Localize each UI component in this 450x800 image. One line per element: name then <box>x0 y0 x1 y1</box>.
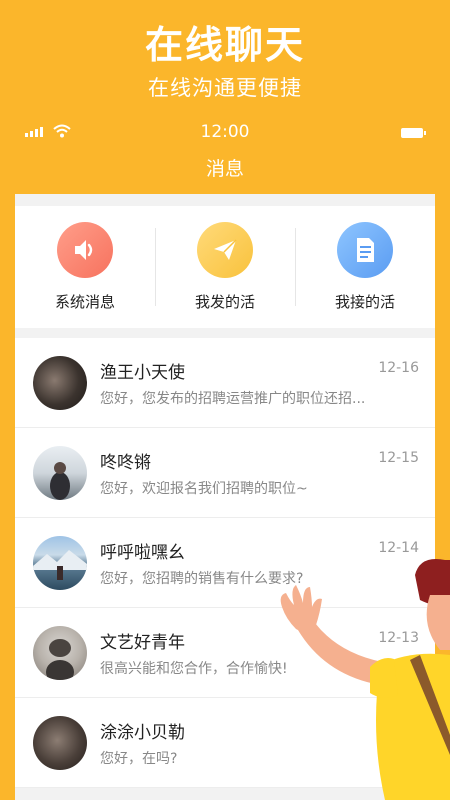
document-icon <box>337 222 393 278</box>
avatar <box>33 716 87 770</box>
avatar <box>33 446 87 500</box>
chat-date: 12-16 <box>378 360 419 376</box>
my-accepted-jobs-label: 我接的活 <box>334 293 395 311</box>
status-time: 12:00 <box>200 122 250 142</box>
promo-subtitle: 在线沟通更便捷 <box>148 76 302 100</box>
battery-icon <box>401 128 426 138</box>
my-posted-jobs-button[interactable]: 我发的活 <box>155 206 295 328</box>
avatar <box>33 356 87 410</box>
chat-row[interactable]: 渔王小天使 12-16 您好，您发布的招聘运营推广的职位还招... <box>15 338 435 428</box>
chat-date: 12-15 <box>378 450 419 466</box>
chat-name: 文艺好青年 <box>100 633 185 653</box>
chat-name: 呼呼啦嘿幺 <box>100 543 185 563</box>
promo-title: 在线聊天 <box>144 23 305 67</box>
status-bar: 12:00 <box>15 120 435 146</box>
chat-preview: 您好，欢迎报名我们招聘的职位~ <box>100 481 308 497</box>
chat-date: 12-14 <box>378 540 419 556</box>
chat-name: 渔王小天使 <box>100 363 185 383</box>
waving-person-illustration <box>280 559 450 800</box>
my-accepted-jobs-button[interactable]: 我接的活 <box>295 206 435 328</box>
my-posted-jobs-label: 我发的活 <box>194 293 255 311</box>
chat-preview: 您好，您发布的招聘运营推广的职位还招... <box>100 391 366 407</box>
chat-name: 涂涂小贝勒 <box>100 723 185 743</box>
chat-row[interactable]: 咚咚锵 12-15 您好，欢迎报名我们招聘的职位~ <box>15 428 435 518</box>
system-messages-label: 系统消息 <box>54 293 115 311</box>
avatar <box>33 626 87 680</box>
system-messages-button[interactable]: 系统消息 <box>15 206 155 328</box>
avatar <box>33 536 87 590</box>
quick-actions: 系统消息 我发的活 我接的活 <box>15 206 435 328</box>
paper-plane-icon <box>197 222 253 278</box>
speaker-icon <box>57 222 113 278</box>
chat-name: 咚咚锵 <box>100 453 151 473</box>
nav-title: 消息 <box>15 146 435 194</box>
